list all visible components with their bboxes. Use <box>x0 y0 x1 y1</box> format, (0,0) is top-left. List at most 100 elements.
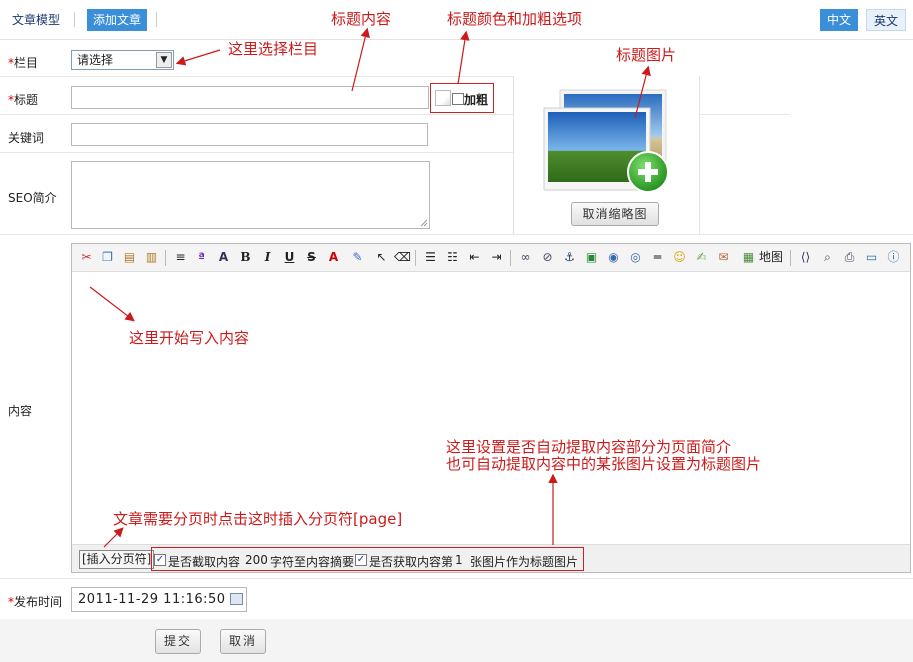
annotation-title-content: 标题内容 <box>331 10 392 28</box>
row-divider <box>0 76 513 77</box>
row-divider <box>700 114 790 115</box>
title-color-picker[interactable] <box>435 90 451 106</box>
fullscreen-icon[interactable]: ▭ <box>863 249 880 266</box>
preview-icon[interactable]: ⌕ <box>819 249 836 266</box>
indent-icon[interactable]: ⇥ <box>488 249 505 266</box>
publish-time-input[interactable]: 2011-11-29 11:16:50 <box>71 587 247 612</box>
tab-separator <box>156 12 157 27</box>
smiley-icon[interactable]: ☺ <box>671 249 688 266</box>
category-label: *栏目 <box>8 56 39 70</box>
flash-icon[interactable]: ◉ <box>605 249 622 266</box>
font-family-icon[interactable]: ª <box>193 249 210 266</box>
title-style-options: 加粗 <box>430 83 494 113</box>
editor-footer: [插入分页符] ✓ 是否截取内容 200 字符至内容摘要 ✓ 是否获取内容第 1… <box>72 544 910 572</box>
thumb-panel-border <box>513 76 514 234</box>
tab-add-article[interactable]: 添加文章 <box>87 9 148 31</box>
unlink-icon[interactable]: ⊘ <box>539 249 556 266</box>
cut-icon[interactable]: ✂ <box>78 249 95 266</box>
publish-time-label: *发布时间 <box>8 595 63 609</box>
row-divider <box>0 114 513 115</box>
image-icon[interactable]: ▣ <box>583 249 600 266</box>
submit-button[interactable]: 提交 <box>155 629 201 654</box>
bold-checkbox[interactable] <box>452 93 464 105</box>
align-icon[interactable]: ☰ <box>422 249 439 266</box>
insert-page-break-button[interactable]: [插入分页符] <box>79 550 155 569</box>
publish-time-value: 2011-11-29 11:16:50 <box>78 592 226 607</box>
horizontal-rule-icon[interactable]: ═ <box>649 249 666 266</box>
extract-summary-label-before: 是否截取内容 <box>168 555 241 569</box>
category-select-value: 请选择 <box>77 53 114 67</box>
toolbar-separator <box>165 250 166 266</box>
cancel-thumbnail-button[interactable]: 取消缩略图 <box>571 202 659 226</box>
calendar-icon[interactable] <box>230 593 243 605</box>
paste-icon[interactable]: ▤ <box>121 249 138 266</box>
annotation-start-writing: 这里开始写入内容 <box>129 329 250 347</box>
toolbar-separator <box>510 250 511 266</box>
category-select[interactable]: 请选择 ▼ <box>71 50 174 70</box>
toolbar-separator <box>790 250 791 266</box>
lang-zh-button[interactable]: 中文 <box>820 9 859 31</box>
paragraph-format-icon[interactable]: ≡ <box>172 249 189 266</box>
tab-separator <box>74 12 75 27</box>
map-icon[interactable]: ▦ <box>740 249 757 266</box>
editor-toolbar: ✂ ❐ ▤ ▥ ≡ ª A B I U S A ✎ ↖ ⌫ ☰ ☷ ⇤ ⇥ ∞ … <box>72 244 910 272</box>
title-input[interactable] <box>71 86 429 109</box>
auto-extract-options: ✓ 是否截取内容 200 字符至内容摘要 ✓ 是否获取内容第 1 张图片作为标题… <box>151 547 584 571</box>
italic-icon[interactable]: I <box>259 249 276 266</box>
select-pointer-icon[interactable]: ↖ <box>373 249 390 266</box>
highlight-color-icon[interactable]: ✎ <box>349 249 366 266</box>
map-label[interactable]: 地图 <box>758 249 784 266</box>
link-icon[interactable]: ∞ <box>517 249 534 266</box>
annotation-title-image: 标题图片 <box>616 46 677 64</box>
extract-image-label-after: 张图片作为标题图片 <box>470 555 579 569</box>
row-divider <box>0 234 913 235</box>
source-code-icon[interactable]: ⟨⟩ <box>797 249 814 266</box>
text-color-icon[interactable]: A <box>325 249 342 266</box>
keywords-label: 关键词 <box>8 131 45 145</box>
cancel-button[interactable]: 取消 <box>220 629 266 654</box>
font-size-icon[interactable]: A <box>215 249 232 266</box>
eraser-icon[interactable]: ⌫ <box>394 249 411 266</box>
annotation-title-color-bold: 标题颜色和加粗选项 <box>447 10 583 28</box>
copy-icon[interactable]: ❐ <box>99 249 116 266</box>
row-divider <box>0 152 513 153</box>
extract-summary-count[interactable]: 200 <box>245 553 268 567</box>
extract-summary-label-after: 字符至内容摘要 <box>270 555 355 569</box>
row-divider <box>0 578 913 579</box>
extract-image-label-before: 是否获取内容第 <box>369 555 454 569</box>
underline-icon[interactable]: U <box>281 249 298 266</box>
keywords-input[interactable] <box>71 123 428 146</box>
tab-article-model[interactable]: 文章模型 <box>6 9 66 31</box>
resize-handle-icon[interactable] <box>420 219 428 227</box>
annotation-auto-extract-2: 也可自动提取内容中的某张图片设置为标题图片 <box>446 455 762 473</box>
anchor-icon[interactable]: ⚓ <box>561 249 578 266</box>
strikethrough-icon[interactable]: S <box>303 249 320 266</box>
editor-content-area[interactable] <box>72 273 910 543</box>
list-icon[interactable]: ☷ <box>444 249 461 266</box>
bold-icon[interactable]: B <box>237 249 254 266</box>
bold-label: 加粗 <box>464 93 489 107</box>
media-icon[interactable]: ◎ <box>627 249 644 266</box>
content-label: 内容 <box>8 404 33 418</box>
form-actions: 提交 取消 <box>0 619 913 662</box>
lang-en-button[interactable]: 英文 <box>866 9 907 31</box>
extract-summary-checkbox[interactable]: ✓ <box>154 554 166 566</box>
extract-image-count[interactable]: 1 <box>455 553 463 567</box>
paste-text-icon[interactable]: ▥ <box>143 249 160 266</box>
about-icon[interactable]: ⓘ <box>885 249 902 266</box>
toolbar-separator <box>415 250 416 266</box>
edit-icon[interactable]: ✍ <box>693 249 710 266</box>
title-image-placeholder[interactable] <box>540 88 672 196</box>
extract-image-checkbox[interactable]: ✓ <box>355 554 367 566</box>
print-icon[interactable]: ⎙ <box>841 249 858 266</box>
seo-textarea[interactable] <box>71 161 430 229</box>
thumb-panel-border <box>699 76 700 234</box>
chevron-down-icon: ▼ <box>156 52 172 68</box>
special-char-icon[interactable]: ✉ <box>715 249 732 266</box>
annotation-page-break: 文章需要分页时点击这时插入分页符[page] <box>113 510 403 528</box>
seo-label: SEO简介 <box>8 191 57 205</box>
annotation-choose-category: 这里选择栏目 <box>228 40 319 58</box>
outdent-icon[interactable]: ⇤ <box>466 249 483 266</box>
image-add-icon <box>543 89 669 193</box>
title-label: *标题 <box>8 93 39 107</box>
